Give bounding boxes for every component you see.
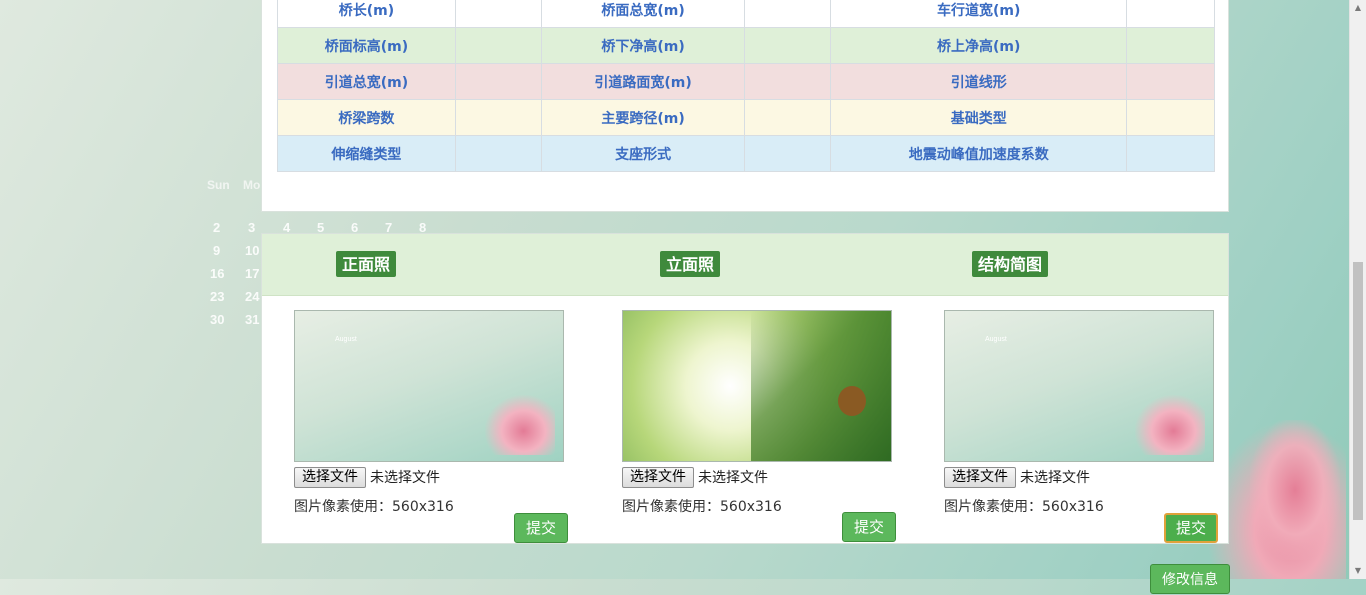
choose-file-button[interactable]: 选择文件 <box>944 466 1016 488</box>
background-flower <box>1250 420 1340 560</box>
field-label: 伸缩缝类型 <box>277 135 456 172</box>
calendar-day: 9 <box>213 243 221 258</box>
calendar-weekday-header: Sun Mo <box>207 178 261 192</box>
structure-diagram-title: 结构简图 <box>972 251 1049 277</box>
flower-image <box>1135 395 1205 455</box>
field-value <box>1126 135 1215 172</box>
field-label: 桥面标高(m) <box>277 27 456 64</box>
field-label: 引道总宽(m) <box>277 63 456 100</box>
front-photo-title: 正面照 <box>336 251 397 277</box>
field-label: 地震动峰值加速度系数 <box>830 135 1128 172</box>
field-label: 桥长(m) <box>277 0 456 28</box>
photo-section-header: 正面照 立面照 结构简图 <box>262 234 1228 296</box>
photo-upload-panel: 正面照 立面照 结构简图 August 选择文件 未选择文件 图片像素使用：56… <box>261 233 1229 544</box>
calendar-day: 10 <box>245 243 260 258</box>
field-value <box>744 63 832 100</box>
field-label: 支座形式 <box>540 135 746 172</box>
scroll-down-icon[interactable]: ▼ <box>1353 566 1363 576</box>
file-chooser: 选择文件 未选择文件 <box>294 466 564 488</box>
field-value <box>744 27 832 64</box>
field-label: 引道路面宽(m) <box>540 63 746 100</box>
calendar-day: 16 <box>210 266 225 281</box>
bridge-info-panel: 桥长(m) 桥面总宽(m) 车行道宽(m) 桥面标高(m) 桥下净高(m) 桥上… <box>261 0 1229 212</box>
field-value <box>744 99 832 136</box>
calendar-day: 24 <box>245 289 260 304</box>
field-label: 基础类型 <box>830 99 1128 136</box>
field-label: 桥面总宽(m) <box>540 0 746 28</box>
calendar-day: 2 <box>213 220 221 235</box>
palm-leaf-image <box>751 311 891 461</box>
modify-info-button[interactable]: 修改信息 <box>1150 564 1230 594</box>
table-row: 伸缩缝类型 支座形式 地震动峰值加速度系数 <box>277 135 1215 172</box>
file-status: 未选择文件 <box>370 470 440 486</box>
elevation-photo-title: 立面照 <box>660 251 721 277</box>
file-chooser: 选择文件 未选择文件 <box>944 466 1214 488</box>
field-value <box>1126 27 1215 64</box>
file-status: 未选择文件 <box>698 470 768 486</box>
preview-calendar-text: August <box>985 336 1007 343</box>
file-chooser: 选择文件 未选择文件 <box>622 466 892 488</box>
front-photo-upload: August 选择文件 未选择文件 图片像素使用：560x316 <box>294 310 564 516</box>
elevation-photo-preview <box>622 310 892 462</box>
field-value <box>454 63 542 100</box>
field-value <box>454 135 542 172</box>
scroll-thumb[interactable] <box>1353 262 1363 520</box>
field-label: 车行道宽(m) <box>830 0 1128 28</box>
field-label: 桥梁跨数 <box>277 99 456 136</box>
page-scrollbar[interactable]: ▲ ▼ <box>1349 0 1366 579</box>
field-label: 主要跨径(m) <box>540 99 746 136</box>
table-row: 桥梁跨数 主要跨径(m) 基础类型 <box>277 99 1215 136</box>
field-value <box>744 0 832 28</box>
field-value <box>1126 99 1215 136</box>
file-status: 未选择文件 <box>1020 470 1090 486</box>
field-label: 引道线形 <box>830 63 1128 100</box>
elevation-photo-upload: 选择文件 未选择文件 图片像素使用：560x316 <box>622 310 892 516</box>
scroll-up-icon[interactable]: ▲ <box>1353 3 1363 13</box>
field-value <box>1126 63 1215 100</box>
choose-file-button[interactable]: 选择文件 <box>294 466 366 488</box>
field-value <box>454 27 542 64</box>
calendar-day: 23 <box>210 289 225 304</box>
flower-image <box>485 395 555 455</box>
table-row: 桥面标高(m) 桥下净高(m) 桥上净高(m) <box>277 27 1215 64</box>
table-row: 引道总宽(m) 引道路面宽(m) 引道线形 <box>277 63 1215 100</box>
front-photo-submit-button[interactable]: 提交 <box>514 513 568 543</box>
choose-file-button[interactable]: 选择文件 <box>622 466 694 488</box>
field-value <box>1126 0 1215 28</box>
coconut-image <box>838 386 866 416</box>
field-value <box>454 99 542 136</box>
field-value <box>454 0 542 28</box>
field-label: 桥下净高(m) <box>540 27 746 64</box>
calendar-day: 30 <box>210 312 225 327</box>
front-photo-preview: August <box>294 310 564 462</box>
field-value <box>744 135 832 172</box>
structure-diagram-preview: August <box>944 310 1214 462</box>
field-label: 桥上净高(m) <box>830 27 1128 64</box>
elevation-photo-submit-button[interactable]: 提交 <box>842 512 896 542</box>
table-row: 桥长(m) 桥面总宽(m) 车行道宽(m) <box>277 0 1215 28</box>
preview-calendar-text: August <box>335 336 357 343</box>
calendar-day: 31 <box>245 312 260 327</box>
structure-diagram-submit-button[interactable]: 提交 <box>1164 513 1218 543</box>
calendar-day: 3 <box>248 220 256 235</box>
calendar-day: 17 <box>245 266 260 281</box>
structure-diagram-upload: August 选择文件 未选择文件 图片像素使用：560x316 <box>944 310 1214 516</box>
bridge-info-table: 桥长(m) 桥面总宽(m) 车行道宽(m) 桥面标高(m) 桥下净高(m) 桥上… <box>277 0 1215 172</box>
